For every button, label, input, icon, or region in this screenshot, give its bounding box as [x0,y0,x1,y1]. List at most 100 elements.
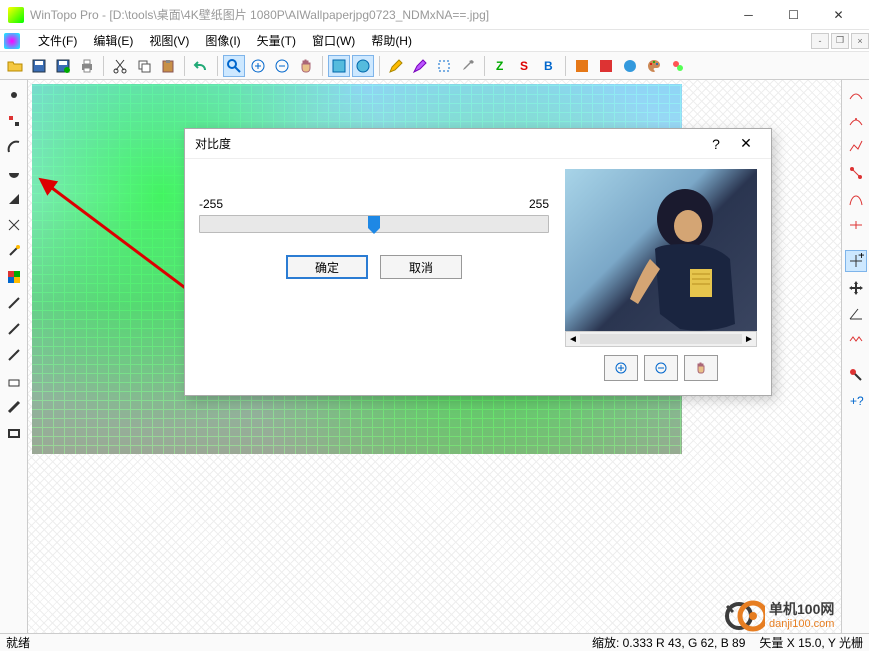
dialog-close-button[interactable]: ✕ [731,132,761,156]
svg-text:Z: Z [496,59,503,73]
zoom-button[interactable] [223,55,245,77]
zoom-in-button[interactable] [247,55,269,77]
ok-button[interactable]: 确定 [286,255,368,279]
dialog-titlebar[interactable]: 对比度 ? ✕ [185,129,771,159]
contrast-slider[interactable] [199,215,549,233]
menu-view[interactable]: 视图(V) [141,29,197,52]
window-title: WinTopo Pro - [D:\tools\桌面\4K壁纸图片 1080P\… [30,6,726,23]
dialog-title: 对比度 [195,135,701,152]
move-tool-icon[interactable] [845,276,867,298]
polyline-tool-icon[interactable] [845,136,867,158]
pen2-tool-icon[interactable] [3,318,25,340]
node-tool-icon[interactable] [845,162,867,184]
mdi-close-button[interactable]: × [851,33,869,49]
menu-window[interactable]: 窗口(W) [304,29,363,52]
title-bar: WinTopo Pro - [D:\tools\桌面\4K壁纸图片 1080P\… [0,0,869,30]
colorpatch-tool-icon[interactable] [3,266,25,288]
preview-zoom-out-button[interactable] [644,355,678,381]
maximize-button[interactable]: ☐ [771,0,816,30]
preview-pan-button[interactable] [684,355,718,381]
document-icon [4,33,20,49]
scroll-left-icon[interactable]: ◄ [566,334,580,345]
effects-button[interactable] [667,55,689,77]
copy-button[interactable] [133,55,155,77]
color1-button[interactable] [571,55,593,77]
menu-bar: 文件(F) 编辑(E) 视图(V) 图像(I) 矢量(T) 窗口(W) 帮助(H… [0,30,869,52]
palette-button[interactable] [643,55,665,77]
preview-hscrollbar[interactable]: ◄ ► [565,331,757,347]
angle-tool-icon[interactable] [845,302,867,324]
help-tool-icon[interactable]: +? [845,390,867,412]
curve1-tool-icon[interactable] [845,84,867,106]
print-button[interactable] [76,55,98,77]
undo-button[interactable] [190,55,212,77]
menu-edit[interactable]: 编辑(E) [85,29,141,52]
pen-tool-icon[interactable] [3,292,25,314]
close-button[interactable]: ✕ [816,0,861,30]
right-toolbox: + +? [841,80,869,633]
eyedropper-button[interactable] [457,55,479,77]
left-toolbox [0,80,28,633]
svg-text:+: + [858,253,864,262]
cut-button[interactable] [109,55,131,77]
slider-thumb-icon[interactable] [368,212,380,236]
cancel-button[interactable]: 取消 [380,255,462,279]
rect-tool-icon[interactable] [3,422,25,444]
save-button[interactable] [28,55,50,77]
split-tool-icon[interactable] [845,214,867,236]
watermark-line1: 单机100网 [769,601,834,618]
save-as-button[interactable] [52,55,74,77]
watermark-logo-icon [725,596,765,636]
wand-tool-icon[interactable] [3,240,25,262]
minimize-button[interactable]: ─ [726,0,771,30]
preview-zoom-in-button[interactable] [604,355,638,381]
paste-button[interactable] [157,55,179,77]
svg-text:S: S [520,59,528,73]
trace-s-button[interactable]: S [514,55,536,77]
crop-button[interactable] [433,55,455,77]
select-tool-icon[interactable] [3,110,25,132]
toggle-layer2-button[interactable] [352,55,374,77]
status-zoom: 缩放: 0.333 R 43, G 62, B 89 [592,634,745,651]
dialog-help-button[interactable]: ? [701,132,731,156]
curve2-tool-icon[interactable] [845,110,867,132]
mdi-restore-button[interactable]: ❐ [831,33,849,49]
color3-button[interactable] [619,55,641,77]
trace-z-button[interactable]: Z [490,55,512,77]
toggle-layer1-button[interactable] [328,55,350,77]
contrast-dialog: 对比度 ? ✕ -255 255 确定 取消 [184,128,772,396]
brush-button[interactable] [409,55,431,77]
scroll-right-icon[interactable]: ► [742,334,756,345]
pan-button[interactable] [295,55,317,77]
eraser-tool-icon[interactable] [3,370,25,392]
watermark: 单机100网 danji100.com [725,595,865,637]
line-tool-icon[interactable] [3,396,25,418]
triangle-tool-icon[interactable] [3,188,25,210]
menu-file[interactable]: 文件(F) [30,29,85,52]
halfcircle-tool-icon[interactable] [3,162,25,184]
zigzag-tool-icon[interactable] [845,328,867,350]
menu-help[interactable]: 帮助(H) [363,29,420,52]
watermark-line2: danji100.com [769,618,834,631]
menu-image[interactable]: 图像(I) [197,29,248,52]
zoom-out-button[interactable] [271,55,293,77]
main-toolbar: Z S B [0,52,869,80]
bezier-tool-icon[interactable] [845,188,867,210]
point-tool-icon[interactable] [3,84,25,106]
slider-min-label: -255 [199,197,223,211]
trace-b-button[interactable]: B [538,55,560,77]
cross-tool-icon[interactable] [3,214,25,236]
snap-tool-icon[interactable]: + [845,250,867,272]
paint-tool-icon[interactable] [845,364,867,386]
mdi-minimize-button[interactable]: - [811,33,829,49]
color2-button[interactable] [595,55,617,77]
pencil-button[interactable] [385,55,407,77]
menu-vector[interactable]: 矢量(T) [249,29,304,52]
svg-text:B: B [544,59,553,73]
pen3-tool-icon[interactable] [3,344,25,366]
open-button[interactable] [4,55,26,77]
app-icon [8,7,24,23]
status-ready: 就绪 [6,634,30,651]
svg-text:+?: +? [850,394,864,408]
arc-tool-icon[interactable] [3,136,25,158]
